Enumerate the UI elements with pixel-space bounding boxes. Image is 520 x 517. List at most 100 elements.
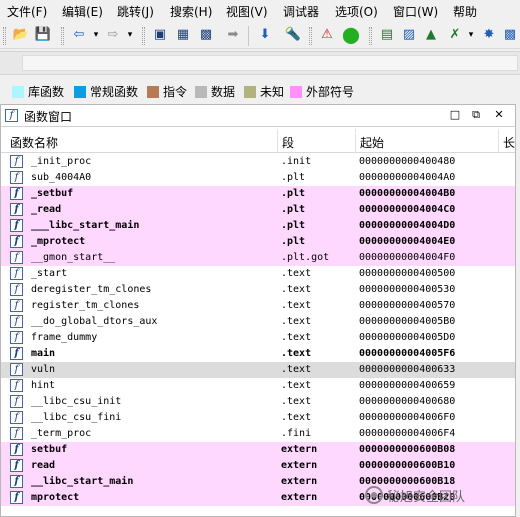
header-length[interactable]: 长 <box>503 134 515 151</box>
menu-window[interactable]: 窗口(W) <box>393 3 438 20</box>
menu-debugger[interactable]: 调试器 <box>283 3 319 20</box>
function-row[interactable]: f register_tm_clones .text 0000000000400570 <box>1 298 515 314</box>
menu-edit[interactable]: 编辑(E) <box>62 3 103 20</box>
menu-search[interactable]: 搜索(H) <box>170 3 212 20</box>
segment-cell: .fini <box>281 428 312 439</box>
string-icon[interactable]: ▲ <box>422 26 440 44</box>
segment-cell: .plt <box>281 204 306 215</box>
legend-label: 数据 <box>211 85 236 99</box>
function-name-cell: read <box>31 460 56 471</box>
function-row[interactable]: f _start .text 0000000000400500 <box>1 266 515 282</box>
restore-icon[interactable]: ⧉ <box>468 107 484 123</box>
legend-item-data: 数据 <box>195 83 235 100</box>
function-row[interactable]: f setbuf extern 0000000000600B08 <box>1 442 515 458</box>
green-circle-icon[interactable]: ⬤ <box>342 26 360 44</box>
down-arrow-icon[interactable]: ⬇ <box>256 26 274 44</box>
start-address-cell: 0000000000400633 <box>359 364 456 375</box>
legend-swatch <box>195 85 207 98</box>
function-row[interactable]: f vuln .text 0000000000400633 <box>1 362 515 378</box>
minimize-icon[interactable]: □ <box>447 107 463 123</box>
start-address-cell: 00000000004004F0 <box>359 252 456 263</box>
data-icon[interactable]: ▨ <box>400 26 418 44</box>
segment-cell: .plt.got <box>281 252 330 263</box>
header-divider[interactable] <box>498 129 499 153</box>
text-search-icon[interactable]: ▦ <box>174 26 192 44</box>
toolbar-grip[interactable] <box>3 27 6 45</box>
function-icon: f <box>10 283 23 296</box>
function-row[interactable]: f __libc_csu_fini .text 00000000004006F0 <box>1 410 515 426</box>
chevron-down-icon[interactable]: ▾ <box>87 26 105 44</box>
close-icon[interactable]: ✕ <box>491 107 507 123</box>
function-row[interactable]: f main .text 00000000004005F6 <box>1 346 515 362</box>
chevron-down-icon[interactable]: ▾ <box>121 26 139 44</box>
start-address-cell: 00000000004006F4 <box>359 428 456 439</box>
function-row[interactable]: f deregister_tm_clones .text 00000000004005… <box>1 282 515 298</box>
window-title-bar[interactable]: f 函数窗口 □ ⧉ ✕ <box>1 105 515 127</box>
header-start[interactable]: 起始 <box>360 134 384 151</box>
segment-cell: .plt <box>281 220 306 231</box>
function-icon: f <box>10 379 23 392</box>
save-icon[interactable]: 💾 <box>34 26 52 44</box>
warning-icon[interactable]: ⚠ <box>318 26 336 44</box>
toolbar-grip[interactable] <box>142 27 145 45</box>
legend-label: 指令 <box>163 85 188 99</box>
segment-cell: .text <box>281 396 312 407</box>
header-function-name[interactable]: 函数名称 <box>10 134 58 151</box>
function-icon: f <box>10 491 23 504</box>
menu-bar: 文件(F) 编辑(E) 跳转(J) 搜索(H) 视图(V) 调试器 选项(O) … <box>0 0 520 22</box>
function-name-cell: _start <box>31 268 68 279</box>
function-row[interactable]: f sub_4004A0 .plt 00000000004004A0 <box>1 170 515 186</box>
navigation-band[interactable] <box>0 51 520 75</box>
binary-search-icon[interactable]: ▣ <box>151 26 169 44</box>
immediate-search-icon[interactable]: ▩ <box>197 26 215 44</box>
header-segment[interactable]: 段 <box>282 134 294 151</box>
start-address-cell: 00000000004004A0 <box>359 172 456 183</box>
forward-arrow-icon[interactable]: ⇨ <box>104 26 122 44</box>
function-icon: f <box>10 187 23 200</box>
start-address-cell: 0000000000400570 <box>359 300 456 311</box>
function-name-cell: deregister_tm_clones <box>31 284 152 295</box>
function-row[interactable]: f _init_proc .init 0000000000400480 <box>1 154 515 170</box>
function-icon: f <box>10 411 23 424</box>
menu-file[interactable]: 文件(F) <box>7 3 47 20</box>
function-icon: f <box>10 347 23 360</box>
toolbar-grip[interactable] <box>369 27 372 45</box>
toolbar-grip[interactable] <box>61 27 64 45</box>
menu-help[interactable]: 帮助 <box>453 3 477 20</box>
function-name-cell: vuln <box>31 364 56 375</box>
function-row[interactable]: f frame_dummy .text 00000000004005D0 <box>1 330 515 346</box>
toolbar-grip[interactable] <box>309 27 312 45</box>
start-address-cell: 00000000004006F0 <box>359 412 456 423</box>
function-row[interactable]: f _setbuf .plt 00000000004004B0 <box>1 186 515 202</box>
header-divider[interactable] <box>277 129 278 153</box>
function-name-cell: setbuf <box>31 444 68 455</box>
open-folder-icon[interactable]: 📂 <box>12 26 30 44</box>
start-address-cell: 00000000004005F6 <box>359 348 456 359</box>
header-divider[interactable] <box>355 129 356 153</box>
code-icon[interactable]: ▩ <box>501 26 519 44</box>
menu-jump[interactable]: 跳转(J) <box>117 3 154 20</box>
function-row[interactable]: f _mprotect .plt 00000000004004E0 <box>1 234 515 250</box>
function-row[interactable]: f __do_global_dtors_aux .text 0000000000400… <box>1 314 515 330</box>
segment-cell: .text <box>281 316 312 327</box>
star-icon[interactable]: ✸ <box>480 26 498 44</box>
function-name-cell: __do_global_dtors_aux <box>31 316 158 327</box>
function-row[interactable]: f hint .text 0000000000400659 <box>1 378 515 394</box>
function-row[interactable]: f __libc_csu_init .text 0000000000400680 <box>1 394 515 410</box>
segment-cell: .text <box>281 380 312 391</box>
navigation-strip[interactable] <box>22 55 518 71</box>
function-row[interactable]: f ___libc_start_main .plt 00000000004004D0 <box>1 218 515 234</box>
function-row[interactable]: f __gmon_start__ .plt.got 00000000004004F0 <box>1 250 515 266</box>
back-arrow-icon[interactable]: ⇦ <box>70 26 88 44</box>
menu-view[interactable]: 视图(V) <box>226 3 268 20</box>
function-row[interactable]: f _term_proc .fini 00000000004006F4 <box>1 426 515 442</box>
function-row[interactable]: f _read .plt 00000000004004C0 <box>1 202 515 218</box>
flashlight-icon[interactable]: 🔦 <box>284 26 302 44</box>
code-icon[interactable]: ▤ <box>378 26 396 44</box>
chevron-down-icon[interactable]: ▾ <box>462 26 480 44</box>
legend-swatch <box>244 85 256 98</box>
jump-icon[interactable]: ➡ <box>224 26 242 44</box>
window-title: 函数窗口 <box>24 110 73 124</box>
function-row[interactable]: f read extern 0000000000600B10 <box>1 458 515 474</box>
menu-options[interactable]: 选项(O) <box>335 3 378 20</box>
